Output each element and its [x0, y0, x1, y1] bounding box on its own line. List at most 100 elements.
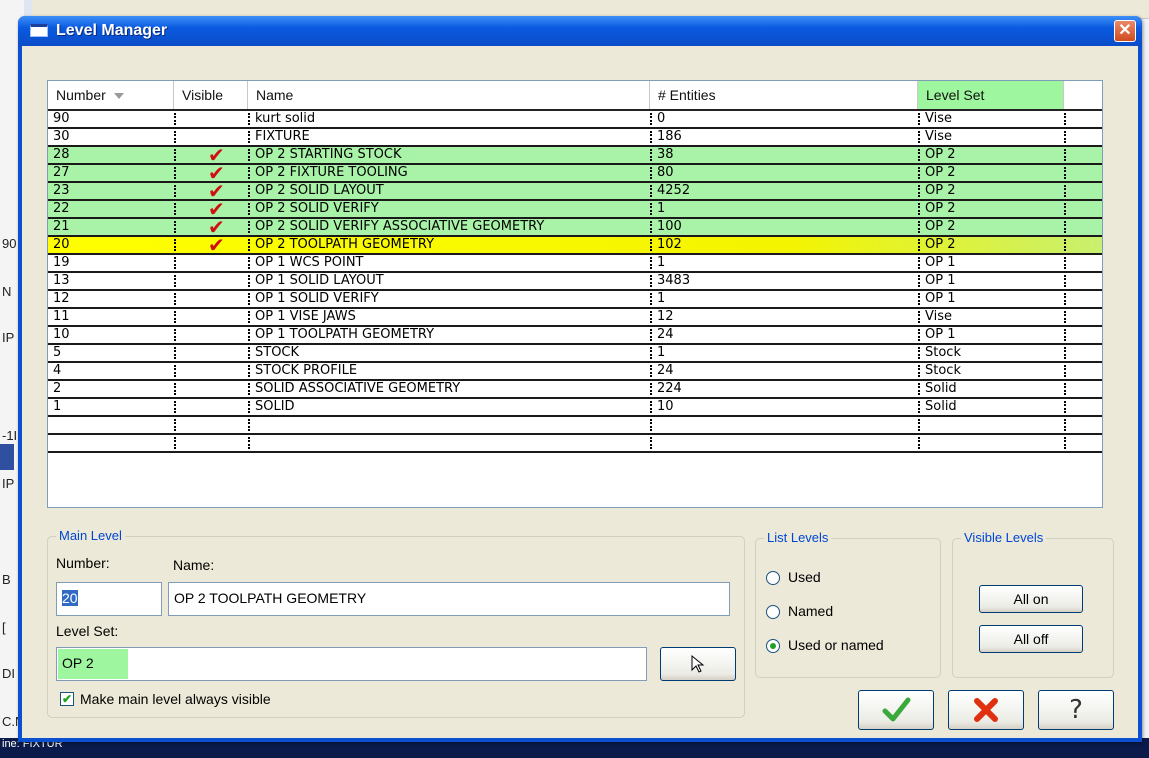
radio-used[interactable] — [766, 571, 780, 585]
column-header-name[interactable]: Name — [248, 81, 650, 109]
column-separator — [248, 131, 250, 143]
ok-button[interactable] — [858, 690, 934, 730]
column-separator — [174, 293, 176, 305]
column-separator — [248, 419, 250, 431]
table-row[interactable]: 90 kurt solid 0 Vise — [48, 111, 1102, 129]
cell-entities: 10 — [657, 399, 674, 414]
table-row[interactable]: 1 SOLID 10 Solid — [48, 399, 1102, 417]
background-text: 90 — [2, 236, 17, 251]
cell-entities: 12 — [657, 309, 674, 324]
column-separator — [1064, 221, 1066, 233]
table-row[interactable]: 11 OP 1 VISE JAWS 12 Vise — [48, 309, 1102, 327]
table-row[interactable]: 20 ✔ OP 2 TOOLPATH GEOMETRY 102 OP 2 — [48, 235, 1102, 255]
cell-number: 10 — [53, 327, 70, 342]
close-button[interactable]: ✕ — [1114, 20, 1136, 42]
cell-number: 27 — [53, 165, 70, 180]
level-set-value: OP 2 — [62, 655, 94, 671]
column-separator — [248, 329, 250, 341]
table-row[interactable]: 23 ✔ OP 2 SOLID LAYOUT 4252 OP 2 — [48, 181, 1102, 201]
table-row[interactable]: 2 SOLID ASSOCIATIVE GEOMETRY 224 Solid — [48, 381, 1102, 399]
cell-number: 22 — [53, 201, 70, 216]
cell-name: OP 1 SOLID VERIFY — [255, 291, 379, 306]
column-separator — [1064, 113, 1066, 125]
column-separator — [1064, 275, 1066, 287]
cell-level-set: OP 1 — [925, 273, 956, 288]
cell-number: 21 — [53, 219, 70, 234]
column-separator — [174, 131, 176, 143]
table-row[interactable]: 19 OP 1 WCS POINT 1 OP 1 — [48, 255, 1102, 273]
dialog-title: Level Manager — [56, 22, 168, 39]
column-separator — [1064, 365, 1066, 377]
cell-entities: 1 — [657, 291, 666, 306]
cell-number: 19 — [53, 255, 70, 270]
main-level-group: Main Level Number: Name: 20 OP 2 TOOLPAT… — [47, 528, 745, 718]
column-header-entities[interactable]: # Entities — [650, 81, 918, 109]
title-bar[interactable]: Level Manager ✕ — [18, 16, 1142, 46]
question-icon: ? — [1069, 695, 1083, 725]
column-separator — [174, 167, 176, 179]
cell-number: 20 — [53, 237, 70, 252]
column-header-number[interactable]: Number — [48, 81, 174, 109]
table-row[interactable]: 22 ✔ OP 2 SOLID VERIFY 1 OP 2 — [48, 199, 1102, 219]
column-separator — [248, 347, 250, 359]
level-set-field[interactable]: OP 2 — [56, 647, 647, 681]
checkmark-icon — [882, 697, 911, 722]
cell-name: OP 1 TOOLPATH GEOMETRY — [255, 327, 435, 342]
column-separator — [918, 347, 920, 359]
column-separator — [918, 221, 920, 233]
cell-entities: 24 — [657, 327, 674, 342]
radio-named[interactable] — [766, 605, 780, 619]
cell-number: 11 — [53, 309, 70, 324]
cancel-button[interactable] — [948, 690, 1024, 730]
help-button[interactable]: ? — [1038, 690, 1114, 730]
empty-row[interactable] — [48, 417, 1102, 435]
table-row[interactable]: 30 FIXTURE 186 Vise — [48, 129, 1102, 147]
column-separator — [248, 185, 250, 197]
column-separator — [918, 149, 920, 161]
table-row[interactable]: 5 STOCK 1 Stock — [48, 345, 1102, 363]
column-separator — [918, 419, 920, 431]
cell-number: 28 — [53, 147, 70, 162]
cell-entities: 4252 — [657, 183, 691, 198]
level-manager-dialog: Level Manager ✕ Number Visible Name # En… — [18, 16, 1142, 742]
background-text: [ — [2, 620, 6, 635]
column-separator — [1064, 311, 1066, 323]
table-row[interactable]: 12 OP 1 SOLID VERIFY 1 OP 1 — [48, 291, 1102, 309]
all-on-button[interactable]: All on — [979, 585, 1083, 613]
x-icon — [974, 698, 998, 722]
column-header-visible[interactable]: Visible — [174, 81, 248, 109]
levels-grid[interactable]: Number Visible Name # Entities Level Set… — [47, 80, 1103, 508]
always-visible-checkbox[interactable]: ✔ — [60, 692, 74, 706]
list-levels-group: List Levels Used Named Used or named — [755, 530, 941, 678]
column-separator — [174, 419, 176, 431]
table-row[interactable]: 28 ✔ OP 2 STARTING STOCK 38 OP 2 — [48, 145, 1102, 165]
pick-level-button[interactable] — [660, 647, 736, 681]
column-separator — [1064, 131, 1066, 143]
table-row[interactable]: 27 ✔ OP 2 FIXTURE TOOLING 80 OP 2 — [48, 163, 1102, 183]
column-separator — [918, 113, 920, 125]
number-field[interactable]: 20 — [56, 582, 162, 616]
cell-entities: 24 — [657, 363, 674, 378]
pointer-icon — [691, 654, 705, 673]
visible-check-icon[interactable]: ✔ — [208, 235, 225, 255]
background-text: B — [2, 572, 11, 587]
column-separator — [1064, 257, 1066, 269]
table-row[interactable]: 21 ✔ OP 2 SOLID VERIFY ASSOCIATIVE GEOMETR… — [48, 217, 1102, 237]
table-row[interactable]: 4 STOCK PROFILE 24 Stock — [48, 363, 1102, 381]
table-row[interactable]: 10 OP 1 TOOLPATH GEOMETRY 24 OP 1 — [48, 327, 1102, 345]
cell-level-set: Stock — [925, 345, 961, 360]
column-separator — [174, 113, 176, 125]
radio-used-or-named[interactable] — [766, 639, 780, 653]
column-separator — [650, 131, 652, 143]
name-field[interactable]: OP 2 TOOLPATH GEOMETRY — [168, 582, 730, 616]
column-separator — [918, 383, 920, 395]
cell-name: SOLID — [255, 399, 295, 414]
column-header-level-set[interactable]: Level Set — [918, 81, 1064, 109]
cell-level-set: Vise — [925, 111, 952, 126]
column-separator — [248, 113, 250, 125]
empty-row[interactable] — [48, 435, 1102, 453]
cell-number: 90 — [53, 111, 70, 126]
cell-entities: 1 — [657, 201, 666, 216]
all-off-button[interactable]: All off — [979, 625, 1083, 653]
table-row[interactable]: 13 OP 1 SOLID LAYOUT 3483 OP 1 — [48, 273, 1102, 291]
